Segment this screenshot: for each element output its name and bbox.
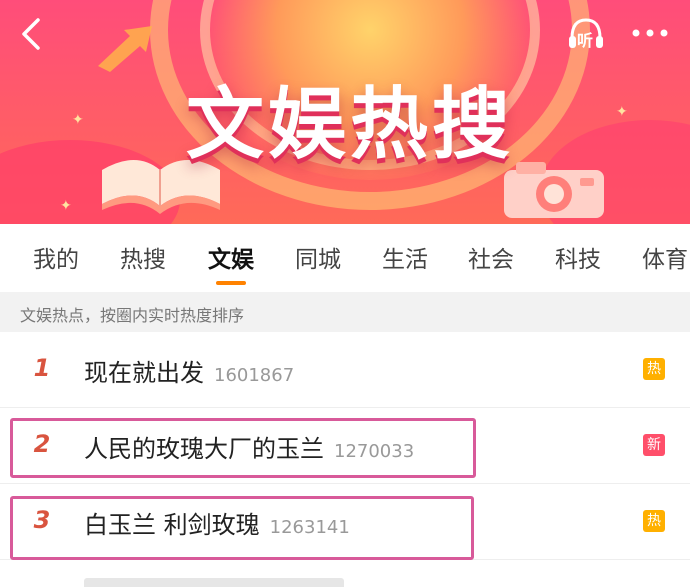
tab-local[interactable]: 同城 bbox=[295, 240, 341, 274]
category-tabs: 我的 热搜 文娱 同城 生活 社会 科技 体育 bbox=[0, 224, 690, 292]
highlight-box bbox=[10, 418, 476, 478]
tab-entertainment[interactable]: 文娱 bbox=[208, 240, 254, 274]
hot-search-item[interactable]: 1 现在就出发 1601867 热 bbox=[0, 332, 690, 408]
sparkle-icon: ✦ bbox=[616, 104, 628, 120]
highlight-box bbox=[10, 496, 474, 560]
next-item-cutoff bbox=[0, 560, 690, 587]
tab-tech[interactable]: 科技 bbox=[555, 240, 601, 274]
new-badge: 新 bbox=[643, 434, 665, 456]
sparkle-icon: ✦ bbox=[72, 112, 84, 128]
section-subtitle-bar: 文娱热点，按圈内实时热度排序 bbox=[0, 292, 690, 332]
tab-sports[interactable]: 体育 bbox=[642, 240, 688, 274]
item-title: 现在就出发 bbox=[84, 359, 204, 387]
tab-mine[interactable]: 我的 bbox=[33, 240, 79, 274]
sparkle-icon: ✦ bbox=[60, 198, 72, 214]
hot-badge: 热 bbox=[643, 510, 665, 532]
section-subtitle: 文娱热点，按圈内实时热度排序 bbox=[20, 306, 245, 325]
back-arrow-icon[interactable] bbox=[14, 16, 50, 52]
hot-search-title: 现在就出发 1601867 bbox=[84, 353, 294, 388]
rank-number: 1 bbox=[33, 354, 51, 382]
tab-hot-search[interactable]: 热搜 bbox=[120, 240, 166, 274]
heat-count: 1601867 bbox=[214, 365, 295, 386]
active-tab-indicator bbox=[216, 281, 246, 285]
listen-label: 听 bbox=[577, 31, 594, 50]
listen-button[interactable]: 听 bbox=[566, 14, 606, 54]
banner-title: 文娱热搜 bbox=[185, 80, 514, 170]
hot-badge: 热 bbox=[643, 358, 665, 380]
hot-search-banner: ✦ ✦ ✦ 文娱热搜 听 bbox=[0, 0, 690, 224]
tab-society[interactable]: 社会 bbox=[468, 240, 514, 274]
tab-life[interactable]: 生活 bbox=[382, 240, 428, 274]
truncated-row-text bbox=[84, 578, 344, 587]
more-options-icon[interactable] bbox=[628, 20, 672, 46]
